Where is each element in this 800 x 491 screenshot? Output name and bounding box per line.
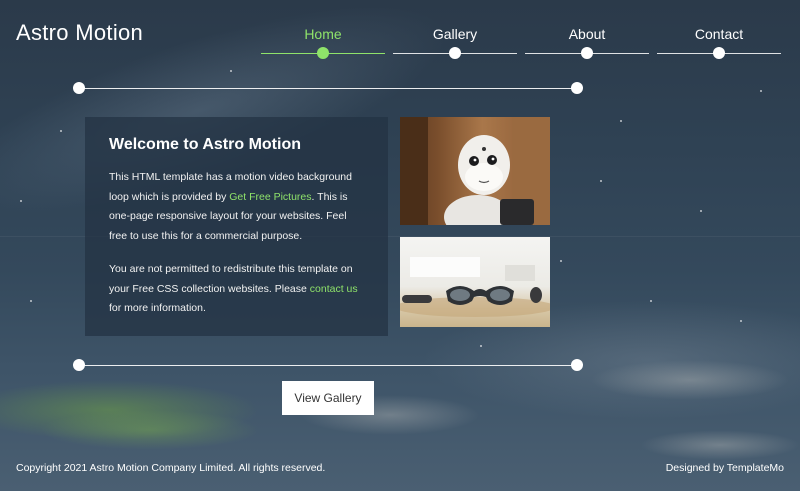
nav-dot-icon	[581, 47, 593, 59]
welcome-paragraph-1: This HTML template has a motion video ba…	[109, 171, 352, 242]
footer-credit[interactable]: Designed by TemplateMo	[666, 462, 784, 474]
view-gallery-button[interactable]: View Gallery	[282, 381, 374, 415]
main-nav: Home Gallery About Contact	[261, 20, 789, 60]
bottom-divider-right-dot-icon	[571, 359, 583, 371]
welcome-panel: Welcome to Astro Motion This HTML templa…	[85, 117, 388, 336]
nav-label-home: Home	[304, 26, 342, 42]
bottom-divider-left-dot-icon	[73, 359, 85, 371]
top-divider-line	[79, 88, 577, 89]
footer-copyright: Copyright 2021 Astro Motion Company Limi…	[16, 462, 326, 474]
nav-label-gallery: Gallery	[432, 26, 478, 42]
nav-dot-icon	[713, 47, 725, 59]
robot-photo	[400, 117, 550, 225]
nav-dot-icon	[317, 47, 329, 59]
nav-label-contact: Contact	[694, 26, 744, 42]
nav-item-contact[interactable]: Contact	[657, 20, 781, 60]
site-logo[interactable]: Astro Motion	[16, 20, 143, 46]
top-divider-left-dot-icon	[73, 82, 85, 94]
bottom-divider-line	[79, 365, 577, 366]
nav-item-home[interactable]: Home	[261, 20, 385, 60]
top-divider-right-dot-icon	[571, 82, 583, 94]
nav-label-about: About	[568, 26, 606, 42]
contact-us-link[interactable]: contact us	[310, 283, 358, 295]
get-free-pictures-link[interactable]: Get Free Pictures	[229, 191, 311, 203]
nav-dot-icon	[449, 47, 461, 59]
welcome-paragraph-2: You are not permitted to redistribute th…	[109, 263, 358, 314]
smart-glasses-photo	[400, 237, 550, 327]
nav-item-gallery[interactable]: Gallery	[393, 20, 517, 60]
welcome-title: Welcome to Astro Motion	[109, 136, 301, 153]
nav-item-about[interactable]: About	[525, 20, 649, 60]
